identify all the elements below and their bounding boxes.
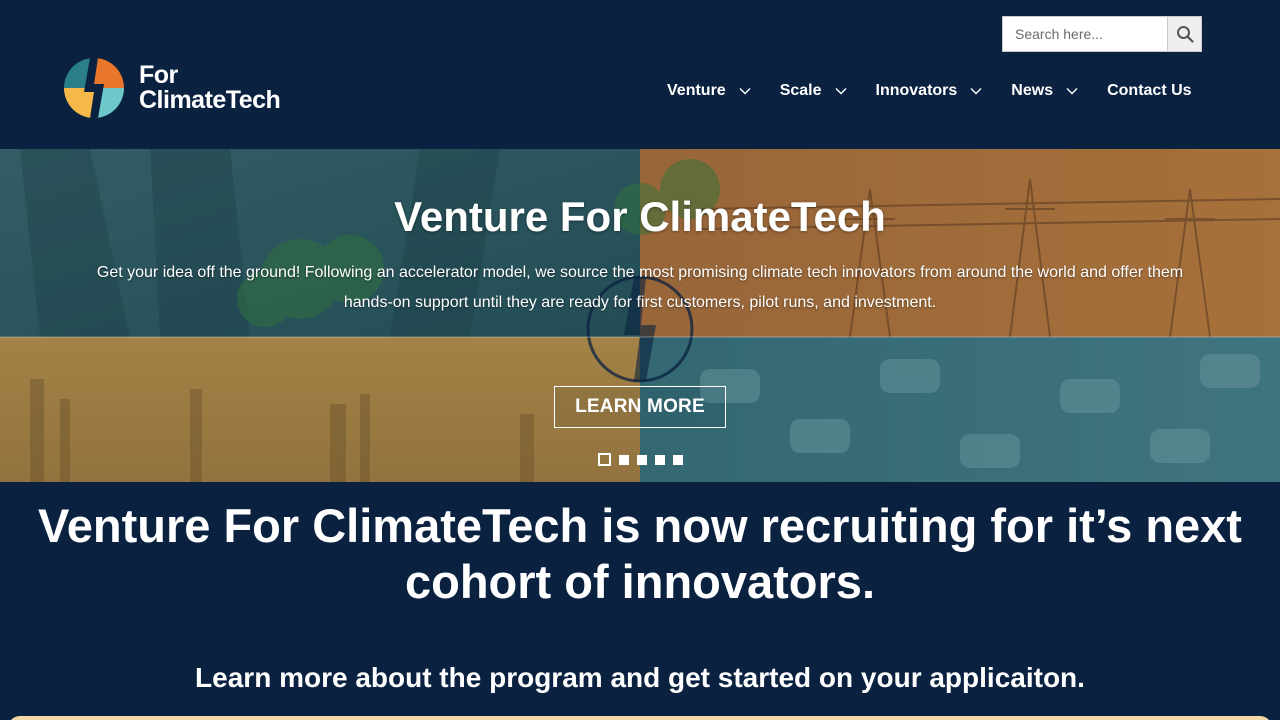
logo-line-2: ClimateTech [139, 86, 281, 114]
search-form [1002, 16, 1202, 52]
nav-item-innovators[interactable]: Innovators [876, 82, 984, 100]
chevron-down-icon[interactable] [969, 84, 983, 98]
nav-item-contact-us[interactable]: Contact Us [1107, 82, 1191, 100]
chevron-down-icon[interactable] [834, 84, 848, 98]
search-input[interactable] [1002, 16, 1167, 52]
slider-dot[interactable] [598, 453, 611, 466]
nav-item-label: Innovators [875, 82, 958, 99]
nav-item-venture[interactable]: Venture [667, 82, 752, 100]
search-button[interactable] [1167, 16, 1202, 52]
logo-mark-icon [64, 58, 124, 118]
learn-more-button[interactable]: LEARN MORE [554, 386, 726, 428]
chevron-down-icon[interactable] [738, 84, 752, 98]
slider-pagination [598, 453, 691, 466]
nav-item-scale[interactable]: Scale [780, 82, 848, 100]
search-icon [1176, 26, 1194, 43]
hero-title: Venture For ClimateTech [394, 193, 886, 240]
recruiting-headline: Venture For ClimateTech is now recruitin… [38, 499, 1242, 608]
main-nav: Venture Scale Innovators News Contact Us [667, 78, 1192, 104]
nav-item-news[interactable]: News [1011, 82, 1079, 100]
logo-line-1: For [139, 61, 178, 89]
nav-item-label: Contact Us [1107, 82, 1192, 99]
nav-item-label: News [1011, 82, 1054, 99]
logo-wordmark: For ClimateTech [139, 61, 281, 114]
site-logo[interactable]: For ClimateTech [64, 57, 314, 119]
slider-dot[interactable] [673, 454, 683, 465]
slider-dot[interactable] [619, 454, 629, 465]
chevron-down-icon[interactable] [1065, 84, 1079, 98]
hero-description: Get your idea off the ground! Following … [96, 264, 1184, 311]
slider-dot[interactable] [655, 454, 665, 465]
nav-item-label: Venture [667, 82, 726, 99]
slider-dot[interactable] [637, 454, 647, 465]
next-section-panel [8, 716, 1272, 720]
program-subheadline: Learn more about the program and get sta… [195, 662, 1085, 693]
nav-item-label: Scale [779, 82, 822, 99]
site-header: For ClimateTech Venture Scale [0, 0, 1280, 149]
hero-slider: Venture For ClimateTech Get your idea of… [0, 149, 1280, 482]
